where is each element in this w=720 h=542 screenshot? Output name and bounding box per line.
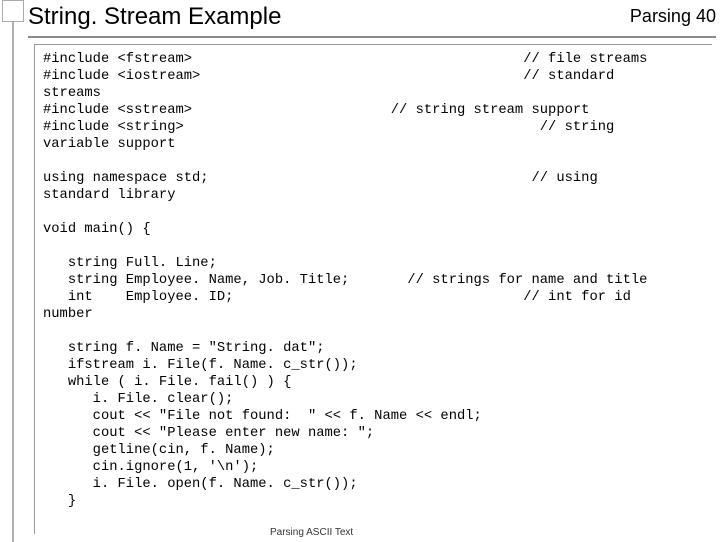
title-underline	[28, 36, 716, 38]
slide-header-right: Parsing 40	[630, 6, 716, 27]
sidebar-box-icon	[2, 0, 24, 22]
header-right-label: Parsing	[630, 6, 691, 26]
slide-title: String. Stream Example	[28, 3, 281, 30]
code-content: #include <fstream> // file streams #incl…	[43, 51, 706, 510]
page-number: 40	[696, 6, 716, 26]
slide-container: String. Stream Example Parsing 40 #inclu…	[0, 0, 720, 540]
title-bar: String. Stream Example Parsing 40	[28, 2, 720, 34]
footer-caption: Parsing ASCII Text	[270, 527, 353, 538]
sidebar-vertical-line	[12, 22, 14, 542]
code-region: #include <fstream> // file streams #incl…	[34, 44, 712, 534]
sidebar-decoration	[0, 0, 28, 540]
